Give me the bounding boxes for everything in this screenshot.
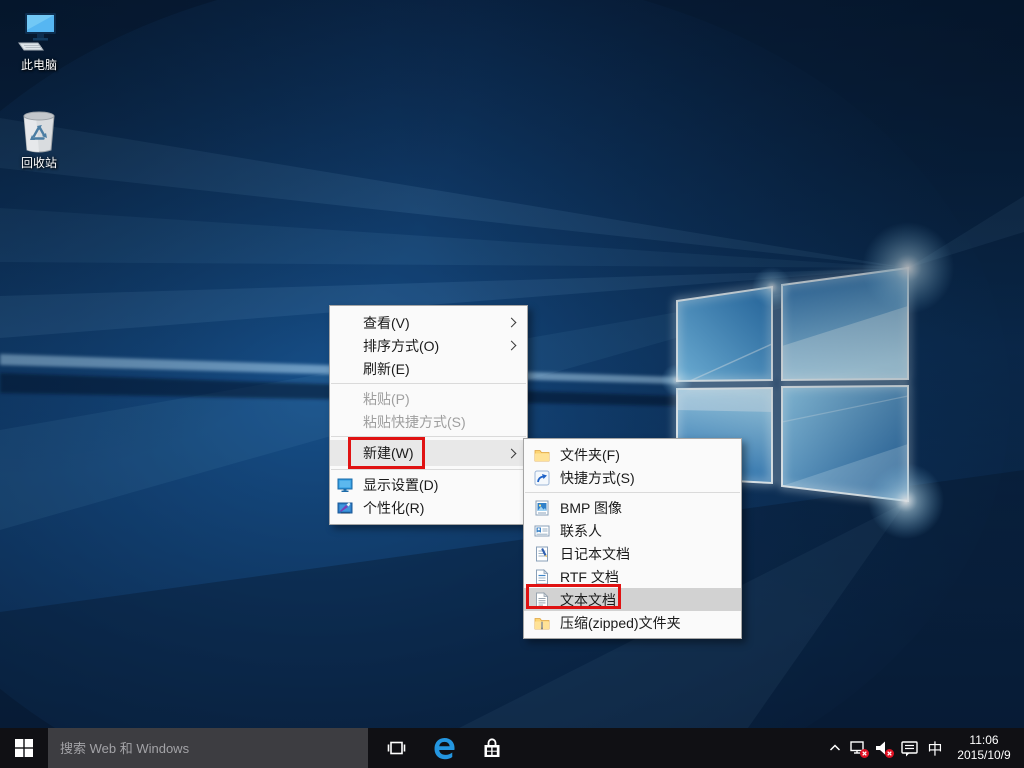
volume-tray-button[interactable] bbox=[872, 728, 897, 768]
network-status-icon bbox=[849, 738, 870, 759]
menu-item-personalize[interactable]: 个性化(R) bbox=[330, 496, 527, 519]
desktop-icon-label: 此电脑 bbox=[21, 58, 57, 72]
folder-icon bbox=[534, 447, 550, 463]
personalization-icon bbox=[337, 500, 353, 516]
menu-item-new[interactable]: 新建(W) bbox=[330, 440, 527, 466]
submenu-item-contact[interactable]: 联系人 bbox=[524, 519, 741, 542]
desktop-icon-label: 回收站 bbox=[21, 156, 57, 170]
rtf-document-icon bbox=[534, 569, 550, 585]
clock-time: 11:06 bbox=[948, 733, 1020, 748]
submenu-item-journal-document[interactable]: 日记本文档 bbox=[524, 542, 741, 565]
store-icon bbox=[480, 736, 504, 760]
network-tray-button[interactable] bbox=[847, 728, 872, 768]
task-view-icon bbox=[384, 736, 408, 760]
menu-item-sort-by[interactable]: 排序方式(O) bbox=[330, 334, 527, 357]
desktop-context-menu: 查看(V) 排序方式(O) 刷新(E) 粘贴(P) 粘贴快捷方式(S) 新建(W… bbox=[329, 305, 528, 525]
shortcut-icon bbox=[534, 470, 550, 486]
system-tray: 中 11:06 2015/10/9 bbox=[822, 728, 1024, 768]
menu-separator bbox=[331, 469, 526, 470]
start-button[interactable] bbox=[0, 728, 48, 768]
contact-icon bbox=[534, 523, 550, 539]
taskbar: 中 11:06 2015/10/9 bbox=[0, 728, 1024, 768]
desktop-icon-this-pc[interactable]: 此电脑 bbox=[2, 10, 76, 72]
input-method-indicator[interactable]: 中 bbox=[922, 738, 948, 759]
menu-separator bbox=[331, 383, 526, 384]
submenu-item-folder[interactable]: 文件夹(F) bbox=[524, 443, 741, 466]
menu-item-paste-shortcut: 粘贴快捷方式(S) bbox=[330, 410, 527, 433]
desktop-icon-recycle-bin[interactable]: 回收站 bbox=[2, 108, 76, 170]
new-submenu: 文件夹(F) 快捷方式(S) BMP 图像 bbox=[523, 438, 742, 639]
desktop: 此电脑 回收站 查看(V) 排序方式(O) bbox=[0, 0, 1024, 768]
submenu-item-bmp-image[interactable]: BMP 图像 bbox=[524, 496, 741, 519]
windows-start-icon bbox=[15, 739, 33, 757]
this-pc-icon bbox=[16, 10, 62, 56]
clock-date: 2015/10/9 bbox=[948, 748, 1020, 763]
tray-expand-button[interactable] bbox=[822, 728, 847, 768]
submenu-item-zip-folder[interactable]: 压缩(zipped)文件夹 bbox=[524, 611, 741, 634]
edge-icon bbox=[431, 735, 458, 762]
submenu-arrow-icon bbox=[507, 318, 517, 328]
taskbar-clock[interactable]: 11:06 2015/10/9 bbox=[948, 733, 1024, 763]
task-view-button[interactable] bbox=[376, 728, 416, 768]
menu-item-refresh[interactable]: 刷新(E) bbox=[330, 357, 527, 380]
text-document-icon bbox=[534, 592, 550, 608]
search-input[interactable] bbox=[48, 728, 368, 768]
menu-separator bbox=[525, 492, 740, 493]
action-center-icon bbox=[899, 738, 920, 759]
menu-item-paste: 粘贴(P) bbox=[330, 387, 527, 410]
menu-item-view[interactable]: 查看(V) bbox=[330, 311, 527, 334]
recycle-bin-icon bbox=[16, 108, 62, 154]
display-settings-icon bbox=[337, 477, 353, 493]
submenu-item-shortcut[interactable]: 快捷方式(S) bbox=[524, 466, 741, 489]
zip-folder-icon bbox=[534, 615, 550, 631]
store-button[interactable] bbox=[472, 728, 512, 768]
submenu-arrow-icon bbox=[507, 341, 517, 351]
menu-item-display-settings[interactable]: 显示设置(D) bbox=[330, 473, 527, 496]
volume-muted-icon bbox=[874, 738, 895, 759]
action-center-button[interactable] bbox=[897, 728, 922, 768]
submenu-arrow-icon bbox=[507, 448, 517, 458]
bmp-image-icon bbox=[534, 500, 550, 516]
submenu-item-rtf-document[interactable]: RTF 文档 bbox=[524, 565, 741, 588]
edge-button[interactable] bbox=[424, 728, 464, 768]
journal-document-icon bbox=[534, 546, 550, 562]
menu-separator bbox=[331, 436, 526, 437]
chevron-up-icon bbox=[828, 741, 842, 755]
submenu-item-text-document[interactable]: 文本文档 bbox=[524, 588, 741, 611]
